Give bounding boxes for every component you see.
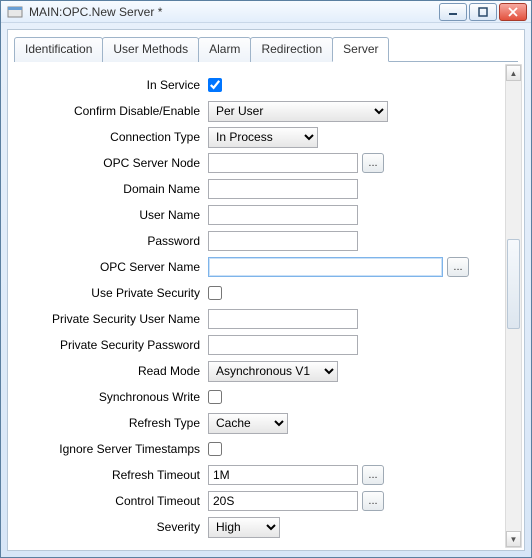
password-input[interactable] bbox=[208, 231, 358, 251]
label-opc-name: OPC Server Name bbox=[18, 260, 208, 274]
label-sync-write: Synchronous Write bbox=[18, 390, 208, 404]
label-confirm: Confirm Disable/Enable bbox=[18, 104, 208, 118]
label-severity: Severity bbox=[18, 520, 208, 534]
refresh-timeout-input[interactable] bbox=[208, 465, 358, 485]
app-icon bbox=[7, 4, 23, 20]
ignore-timestamps-checkbox[interactable] bbox=[208, 442, 222, 456]
control-timeout-input[interactable] bbox=[208, 491, 358, 511]
label-read-mode: Read Mode bbox=[18, 364, 208, 378]
tab-server[interactable]: Server bbox=[332, 37, 389, 62]
read-mode-select[interactable]: Asynchronous V1 bbox=[208, 361, 338, 382]
scroll-up-button[interactable]: ▲ bbox=[506, 65, 521, 81]
maximize-button[interactable] bbox=[469, 3, 497, 21]
label-password: Password bbox=[18, 234, 208, 248]
scroll-down-button[interactable]: ▼ bbox=[506, 531, 521, 547]
domain-input[interactable] bbox=[208, 179, 358, 199]
label-conn-type: Connection Type bbox=[18, 130, 208, 144]
label-ignore-ts: Ignore Server Timestamps bbox=[18, 442, 208, 456]
label-control-timeout: Control Timeout bbox=[18, 494, 208, 508]
tab-user-methods[interactable]: User Methods bbox=[102, 37, 199, 62]
window-title: MAIN:OPC.New Server * bbox=[29, 5, 439, 19]
label-priv-user: Private Security User Name bbox=[18, 312, 208, 326]
vertical-scrollbar[interactable]: ▲ ▼ bbox=[505, 64, 522, 548]
label-user: User Name bbox=[18, 208, 208, 222]
control-timeout-browse-button[interactable]: ... bbox=[362, 491, 384, 511]
tab-bar: Identification User Methods Alarm Redire… bbox=[8, 30, 524, 61]
opc-name-browse-button[interactable]: ... bbox=[447, 257, 469, 277]
refresh-type-select[interactable]: Cache bbox=[208, 413, 288, 434]
severity-select[interactable]: High bbox=[208, 517, 280, 538]
scroll-thumb[interactable] bbox=[507, 239, 520, 329]
opc-name-input[interactable] bbox=[208, 257, 443, 277]
confirm-select[interactable]: Per User bbox=[208, 101, 388, 122]
private-user-input[interactable] bbox=[208, 309, 358, 329]
label-refresh-timeout: Refresh Timeout bbox=[18, 468, 208, 482]
opc-node-browse-button[interactable]: ... bbox=[362, 153, 384, 173]
sync-write-checkbox[interactable] bbox=[208, 390, 222, 404]
titlebar: MAIN:OPC.New Server * bbox=[1, 1, 531, 23]
user-input[interactable] bbox=[208, 205, 358, 225]
form-scroll-area: In Service Confirm Disable/Enable Per Us… bbox=[8, 62, 524, 550]
refresh-timeout-browse-button[interactable]: ... bbox=[362, 465, 384, 485]
minimize-button[interactable] bbox=[439, 3, 467, 21]
label-in-service: In Service bbox=[18, 78, 208, 92]
client-area: Identification User Methods Alarm Redire… bbox=[7, 29, 525, 551]
opc-node-input[interactable] bbox=[208, 153, 358, 173]
in-service-checkbox[interactable] bbox=[208, 78, 222, 92]
window: MAIN:OPC.New Server * Identification Use… bbox=[0, 0, 532, 558]
scroll-track[interactable] bbox=[506, 81, 521, 531]
close-button[interactable] bbox=[499, 3, 527, 21]
label-domain: Domain Name bbox=[18, 182, 208, 196]
tab-redirection[interactable]: Redirection bbox=[250, 37, 333, 62]
private-security-checkbox[interactable] bbox=[208, 286, 222, 300]
label-refresh-type: Refresh Type bbox=[18, 416, 208, 430]
private-password-input[interactable] bbox=[208, 335, 358, 355]
label-priv-pass: Private Security Password bbox=[18, 338, 208, 352]
label-priv-sec: Use Private Security bbox=[18, 286, 208, 300]
label-opc-node: OPC Server Node bbox=[18, 156, 208, 170]
tab-identification[interactable]: Identification bbox=[14, 37, 103, 62]
tab-alarm[interactable]: Alarm bbox=[198, 37, 251, 62]
window-controls bbox=[439, 3, 527, 21]
connection-type-select[interactable]: In Process bbox=[208, 127, 318, 148]
